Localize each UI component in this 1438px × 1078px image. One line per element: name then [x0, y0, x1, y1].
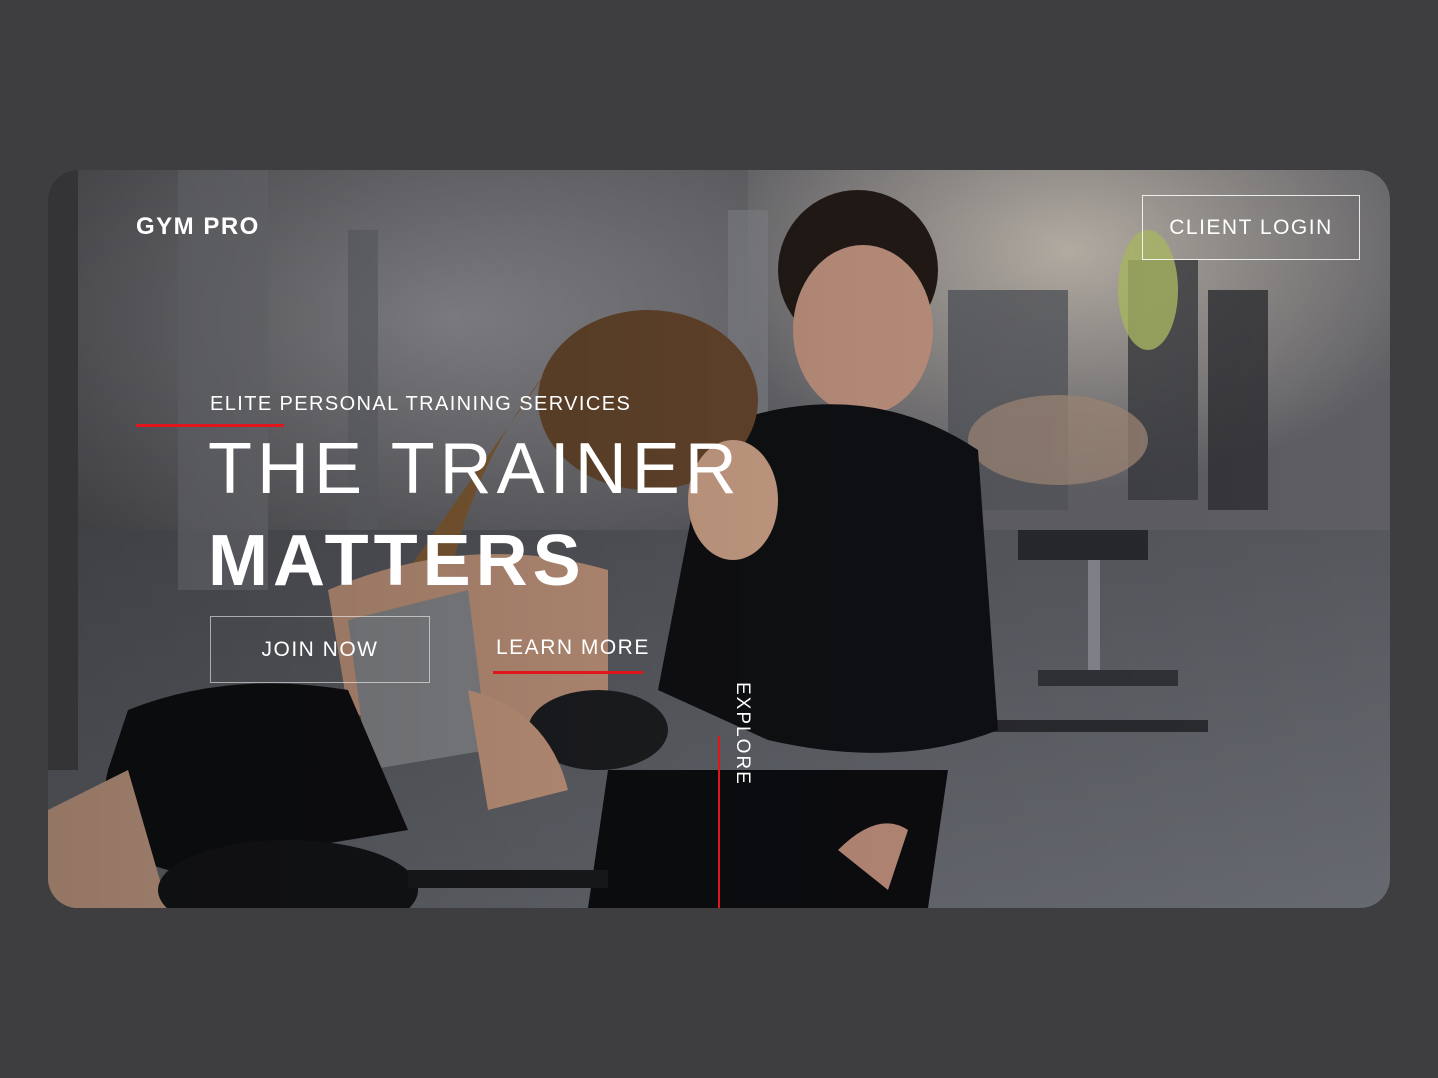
- headline-line-2: MATTERS: [208, 521, 586, 601]
- explore-link[interactable]: EXPLORE: [731, 682, 753, 786]
- join-now-button[interactable]: JOIN NOW: [210, 616, 430, 683]
- headline-line-1: THE TRAINER: [208, 429, 742, 509]
- client-login-button[interactable]: CLIENT LOGIN: [1142, 195, 1360, 260]
- hero-card: GYM PRO CLIENT LOGIN ELITE PERSONAL TRAI…: [48, 170, 1390, 908]
- learn-more-link[interactable]: LEARN MORE: [496, 636, 650, 660]
- learn-more-underline: [493, 671, 643, 674]
- explore-accent-line: [718, 736, 720, 908]
- eyebrow-accent-line: [136, 424, 284, 427]
- logo[interactable]: GYM PRO: [136, 213, 260, 241]
- eyebrow-text: ELITE PERSONAL TRAINING SERVICES: [210, 393, 632, 415]
